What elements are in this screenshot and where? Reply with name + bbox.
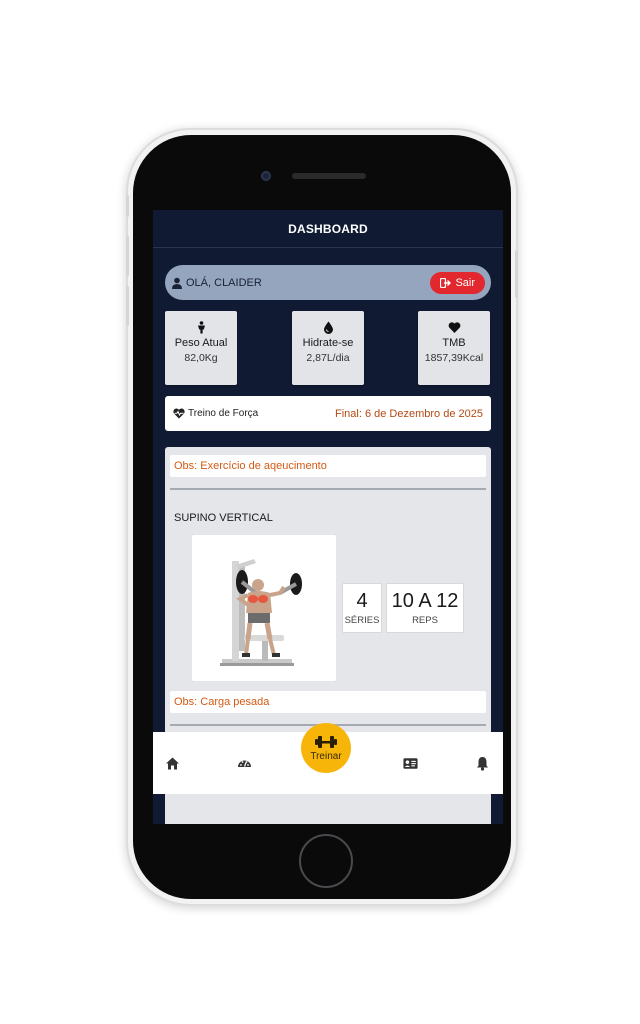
app-screen: DASHBOARD OLÁ, CLAIDER Sair Peso Atual 8… [153, 210, 503, 824]
heartbeat-icon [173, 408, 185, 419]
stat-value: 82,0Kg [184, 352, 218, 364]
gauge-icon [237, 760, 251, 767]
front-camera [261, 171, 271, 181]
workout-name: Treino de Força [188, 408, 259, 419]
heart-icon [448, 322, 460, 333]
stat-value: 1857,39Kcal [424, 352, 484, 364]
home-button[interactable] [299, 834, 353, 888]
exercise-name: SUPINO VERTICAL [174, 512, 273, 524]
stat-card-tmb[interactable]: TMB 1857,39Kcal [418, 311, 490, 385]
nav-train-label: Treinar [310, 750, 342, 762]
home-icon [165, 757, 179, 769]
workout-bar[interactable]: Treino de Força Final: 6 de Dezembro de … [165, 396, 491, 431]
id-card-icon [402, 757, 418, 769]
nav-train-button[interactable]: Treinar [301, 723, 351, 773]
logout-label: Sair [455, 276, 475, 289]
nav-dashboard[interactable] [233, 732, 255, 794]
divider [170, 488, 486, 490]
reps-value: 10 A 12 [391, 590, 459, 612]
exercise-observation: Obs: Carga pesada [170, 691, 486, 713]
water-drop-icon [323, 321, 333, 334]
series-value: 4 [356, 590, 368, 612]
stat-value: 2,87L/dia [306, 352, 350, 364]
bell-icon [476, 756, 488, 771]
logout-button[interactable]: Sair [430, 271, 485, 294]
phone-volume-down-button [126, 286, 129, 326]
phone-volume-up-button [126, 236, 129, 276]
stat-label: Hidrate-se [302, 337, 354, 349]
stat-card-weight[interactable]: Peso Atual 82,0Kg [165, 311, 237, 385]
greeting-bar: OLÁ, CLAIDER Sair [165, 265, 491, 300]
stat-label: TMB [442, 337, 466, 349]
person-icon [197, 321, 205, 334]
dumbbell-icon [315, 735, 337, 748]
nav-profile-card[interactable] [399, 732, 421, 794]
warmup-observation: Obs: Exercício de aqeucimento [170, 455, 486, 477]
greeting-text: OLÁ, CLAIDER [186, 276, 262, 289]
phone-side-button [126, 195, 129, 217]
top-bar: DASHBOARD [153, 210, 503, 248]
stat-card-hydration[interactable]: Hidrate-se 2,87L/dia [292, 311, 364, 385]
nav-notifications[interactable] [471, 732, 493, 794]
exercise-illustration[interactable] [192, 535, 336, 681]
logout-icon [440, 277, 452, 288]
reps-label: REPS [412, 615, 438, 626]
user-icon [172, 277, 182, 289]
workout-end-date: Final: 6 de Dezembro de 2025 [335, 407, 483, 420]
bottom-navigation: Treinar [153, 723, 503, 794]
series-label: SÉRIES [344, 615, 380, 626]
chest-press-machine-illustration [220, 559, 302, 666]
reps-box: 10 A 12 REPS [386, 583, 464, 633]
stat-label: Peso Atual [174, 337, 228, 349]
earpiece-speaker [292, 173, 366, 179]
phone-power-button [515, 250, 518, 298]
nav-home[interactable] [161, 732, 183, 794]
series-box: 4 SÉRIES [342, 583, 382, 633]
page-title: DASHBOARD [288, 221, 368, 236]
